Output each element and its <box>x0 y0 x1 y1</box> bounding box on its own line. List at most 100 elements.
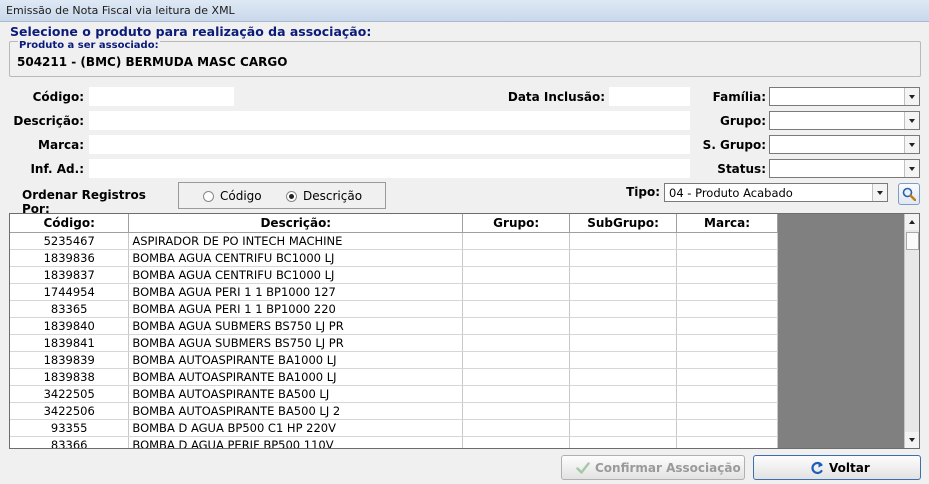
voltar-button[interactable]: Voltar <box>753 455 921 480</box>
cell-grupo[interactable] <box>462 232 571 250</box>
cell-codigo[interactable]: 93355 <box>10 419 130 437</box>
cell-subgrupo[interactable] <box>569 300 678 318</box>
cell-grupo[interactable] <box>462 283 571 301</box>
cell-codigo[interactable]: 1839841 <box>10 334 130 352</box>
cell-marca[interactable] <box>676 402 778 420</box>
col-subgrupo-header[interactable]: SubGrupo: <box>569 214 678 233</box>
order-codigo-radio[interactable] <box>203 191 214 202</box>
scroll-up-icon[interactable] <box>905 214 919 230</box>
cell-subgrupo[interactable] <box>569 249 678 267</box>
order-descricao-label[interactable]: Descrição <box>303 189 362 203</box>
cell-marca[interactable] <box>676 419 778 437</box>
cell-codigo[interactable]: 1839838 <box>10 368 130 386</box>
cell-descricao[interactable]: BOMBA AUTOASPIRANTE BA1000 LJ <box>128 368 464 386</box>
cell-codigo[interactable]: 83365 <box>10 300 130 318</box>
table-row[interactable]: 5235467 ASPIRADOR DE PO INTECH MACHINE <box>10 232 778 250</box>
cell-descricao[interactable]: BOMBA AGUA SUBMERS BS750 LJ PR <box>128 334 464 352</box>
chevron-down-icon[interactable] <box>904 112 919 129</box>
cell-grupo[interactable] <box>462 351 571 369</box>
cell-marca[interactable] <box>676 385 778 403</box>
cell-descricao[interactable]: BOMBA AGUA SUBMERS BS750 LJ PR <box>128 317 464 335</box>
scroll-down-icon[interactable] <box>905 432 919 448</box>
cell-subgrupo[interactable] <box>569 385 678 403</box>
cell-grupo[interactable] <box>462 317 571 335</box>
cell-descricao[interactable]: BOMBA AUTOASPIRANTE BA1000 LJ <box>128 351 464 369</box>
cell-grupo[interactable] <box>462 368 571 386</box>
cell-marca[interactable] <box>676 300 778 318</box>
col-descricao-header[interactable]: Descrição: <box>128 214 464 233</box>
table-row[interactable]: 1839837 BOMBA AGUA CENTRIFU BC1000 LJ <box>10 266 778 284</box>
cell-codigo[interactable]: 83366 <box>10 436 130 448</box>
cell-descricao[interactable]: BOMBA D AGUA BP500 C1 HP 220V <box>128 419 464 437</box>
products-grid[interactable]: Código: Descrição: Grupo: SubGrupo: Marc… <box>9 213 920 449</box>
cell-descricao[interactable]: BOMBA AGUA PERI 1 1 BP1000 127 <box>128 283 464 301</box>
cell-marca[interactable] <box>676 368 778 386</box>
cell-descricao[interactable]: BOMBA D AGUA PERIF BP500 110V <box>128 436 464 448</box>
grid-vertical-scrollbar[interactable] <box>904 214 919 448</box>
marca-input[interactable] <box>89 135 690 154</box>
sgrupo-select[interactable] <box>769 135 920 154</box>
grupo-select[interactable] <box>769 111 920 130</box>
codigo-input[interactable] <box>89 87 234 106</box>
scroll-thumb[interactable] <box>906 232 919 250</box>
order-codigo-label[interactable]: Código <box>220 189 262 203</box>
cell-descricao[interactable]: BOMBA AUTOASPIRANTE BA500 LJ <box>128 385 464 403</box>
col-codigo-header[interactable]: Código: <box>10 214 130 233</box>
chevron-down-icon[interactable] <box>904 160 919 177</box>
cell-codigo[interactable]: 3422506 <box>10 402 130 420</box>
table-row[interactable]: 83366 BOMBA D AGUA PERIF BP500 110V <box>10 436 778 448</box>
table-row[interactable]: 1839836 BOMBA AGUA CENTRIFU BC1000 LJ <box>10 249 778 267</box>
cell-subgrupo[interactable] <box>569 283 678 301</box>
cell-descricao[interactable]: BOMBA AGUA CENTRIFU BC1000 LJ <box>128 266 464 284</box>
table-row[interactable]: 3422505 BOMBA AUTOASPIRANTE BA500 LJ <box>10 385 778 403</box>
cell-subgrupo[interactable] <box>569 402 678 420</box>
cell-descricao[interactable]: BOMBA AUTOASPIRANTE BA500 LJ 2 <box>128 402 464 420</box>
cell-grupo[interactable] <box>462 300 571 318</box>
table-row[interactable]: 83365 BOMBA AGUA PERI 1 1 BP1000 220 <box>10 300 778 318</box>
chevron-down-icon[interactable] <box>904 136 919 153</box>
cell-descricao[interactable]: ASPIRADOR DE PO INTECH MACHINE <box>128 232 464 250</box>
cell-grupo[interactable] <box>462 402 571 420</box>
cell-codigo[interactable]: 1839837 <box>10 266 130 284</box>
col-grupo-header[interactable]: Grupo: <box>462 214 571 233</box>
table-row[interactable]: 1839840 BOMBA AGUA SUBMERS BS750 LJ PR <box>10 317 778 335</box>
data-inclusao-input[interactable] <box>609 87 690 106</box>
cell-marca[interactable] <box>676 249 778 267</box>
familia-select[interactable] <box>769 87 920 106</box>
order-descricao-radio[interactable] <box>286 191 297 202</box>
cell-descricao[interactable]: BOMBA AGUA CENTRIFU BC1000 LJ <box>128 249 464 267</box>
infad-input[interactable] <box>89 159 690 178</box>
cell-grupo[interactable] <box>462 436 571 448</box>
chevron-down-icon[interactable] <box>872 184 887 201</box>
cell-subgrupo[interactable] <box>569 317 678 335</box>
cell-marca[interactable] <box>676 232 778 250</box>
cell-codigo[interactable]: 1839836 <box>10 249 130 267</box>
table-row[interactable]: 1839838 BOMBA AUTOASPIRANTE BA1000 LJ <box>10 368 778 386</box>
table-row[interactable]: 1744954 BOMBA AGUA PERI 1 1 BP1000 127 <box>10 283 778 301</box>
cell-codigo[interactable]: 1744954 <box>10 283 130 301</box>
confirm-association-button[interactable]: Confirmar Associação <box>561 455 745 480</box>
search-button[interactable] <box>898 183 920 205</box>
cell-subgrupo[interactable] <box>569 351 678 369</box>
cell-descricao[interactable]: BOMBA AGUA PERI 1 1 BP1000 220 <box>128 300 464 318</box>
table-row[interactable]: 3422506 BOMBA AUTOASPIRANTE BA500 LJ 2 <box>10 402 778 420</box>
table-row[interactable]: 1839839 BOMBA AUTOASPIRANTE BA1000 LJ <box>10 351 778 369</box>
cell-subgrupo[interactable] <box>569 436 678 448</box>
cell-subgrupo[interactable] <box>569 334 678 352</box>
col-marca-header[interactable]: Marca: <box>676 214 778 233</box>
cell-subgrupo[interactable] <box>569 368 678 386</box>
cell-marca[interactable] <box>676 351 778 369</box>
cell-codigo[interactable]: 5235467 <box>10 232 130 250</box>
descricao-input[interactable] <box>89 111 690 130</box>
cell-subgrupo[interactable] <box>569 266 678 284</box>
cell-grupo[interactable] <box>462 385 571 403</box>
cell-marca[interactable] <box>676 334 778 352</box>
cell-codigo[interactable]: 3422505 <box>10 385 130 403</box>
cell-marca[interactable] <box>676 266 778 284</box>
table-row[interactable]: 93355 BOMBA D AGUA BP500 C1 HP 220V <box>10 419 778 437</box>
status-select[interactable] <box>769 159 920 178</box>
cell-marca[interactable] <box>676 317 778 335</box>
cell-grupo[interactable] <box>462 266 571 284</box>
cell-marca[interactable] <box>676 436 778 448</box>
cell-marca[interactable] <box>676 283 778 301</box>
